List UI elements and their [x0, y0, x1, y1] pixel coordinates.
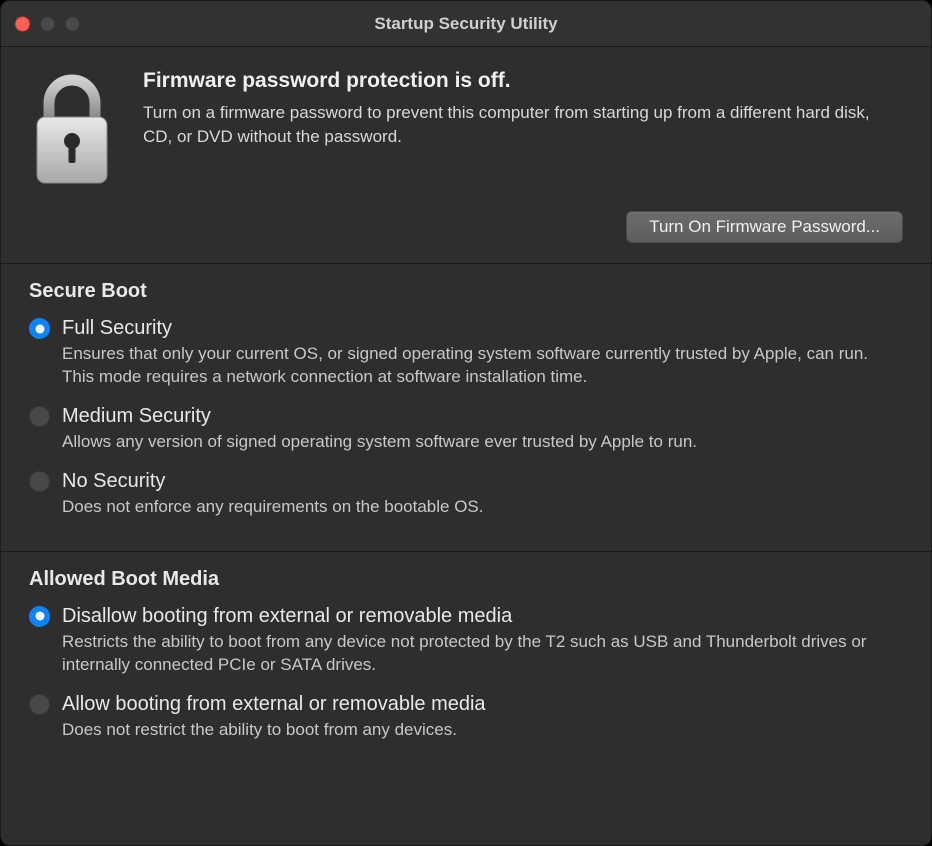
traffic-lights	[15, 16, 80, 31]
allowed-boot-media-section: Allowed Boot Media Disallow booting from…	[1, 551, 931, 774]
option-label: No Security	[62, 468, 903, 494]
secure-boot-option-none[interactable]: No Security Does not enforce any require…	[29, 468, 903, 519]
radio-icon[interactable]	[29, 471, 50, 492]
boot-media-option-allow[interactable]: Allow booting from external or removable…	[29, 691, 903, 742]
boot-media-option-disallow[interactable]: Disallow booting from external or remova…	[29, 603, 903, 677]
option-label: Allow booting from external or removable…	[62, 691, 903, 717]
option-description: Restricts the ability to boot from any d…	[62, 631, 903, 677]
option-description: Ensures that only your current OS, or si…	[62, 343, 903, 389]
allowed-boot-media-title: Allowed Boot Media	[29, 568, 903, 591]
titlebar: Startup Security Utility	[1, 1, 931, 47]
option-label: Full Security	[62, 315, 903, 341]
close-icon[interactable]	[15, 16, 30, 31]
lock-icon	[29, 69, 115, 189]
window: Startup Security Utility	[0, 0, 932, 846]
radio-icon[interactable]	[29, 318, 50, 339]
secure-boot-title: Secure Boot	[29, 280, 903, 303]
zoom-icon	[65, 16, 80, 31]
option-description: Allows any version of signed operating s…	[62, 431, 903, 454]
option-description: Does not restrict the ability to boot fr…	[62, 719, 903, 742]
radio-icon[interactable]	[29, 694, 50, 715]
option-label: Medium Security	[62, 403, 903, 429]
firmware-password-description: Turn on a firmware password to prevent t…	[143, 101, 903, 149]
minimize-icon	[40, 16, 55, 31]
secure-boot-option-medium[interactable]: Medium Security Allows any version of si…	[29, 403, 903, 454]
firmware-password-heading: Firmware password protection is off.	[143, 69, 903, 93]
firmware-password-text: Firmware password protection is off. Tur…	[143, 69, 903, 149]
window-title: Startup Security Utility	[1, 14, 931, 34]
option-description: Does not enforce any requirements on the…	[62, 496, 903, 519]
option-label: Disallow booting from external or remova…	[62, 603, 903, 629]
radio-icon[interactable]	[29, 606, 50, 627]
secure-boot-section: Secure Boot Full Security Ensures that o…	[1, 264, 931, 551]
firmware-password-panel: Firmware password protection is off. Tur…	[1, 47, 931, 264]
radio-icon[interactable]	[29, 406, 50, 427]
turn-on-firmware-password-button[interactable]: Turn On Firmware Password...	[626, 211, 903, 243]
secure-boot-option-full[interactable]: Full Security Ensures that only your cur…	[29, 315, 903, 389]
